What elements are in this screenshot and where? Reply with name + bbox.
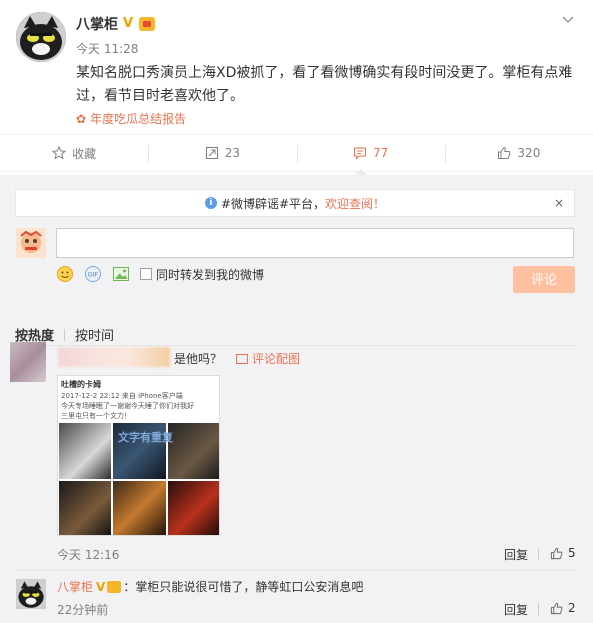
like-count: 320 — [517, 146, 541, 160]
image-meta: 2017-12-2 22:12 来自 iPhone客户端 — [61, 392, 183, 400]
comment-panel: i #微博辟谣#平台， 欢迎查阅！ × GIF 同时转发到我的微博 评论 按热度… — [0, 175, 593, 623]
emoji-icon[interactable] — [56, 265, 74, 283]
member-crown-icon — [139, 17, 155, 31]
flower-icon: ✿ — [76, 111, 87, 126]
comment-like-count: 2 — [568, 601, 576, 615]
info-icon: i — [204, 197, 217, 209]
favorite-label: 收藏 — [72, 146, 97, 161]
repost-icon — [205, 146, 219, 160]
comment-text-line: 八掌柜 V ：掌柜只能说很可惜了，静等虹口公安消息吧 — [57, 578, 363, 595]
action-separator — [538, 548, 539, 560]
image-cell — [59, 423, 112, 479]
reply-button[interactable]: 回复 — [504, 546, 528, 563]
gif-icon[interactable]: GIF — [84, 265, 102, 283]
image-author: 吐槽的卡姆 — [61, 380, 101, 389]
comment-tools: GIF 同时转发到我的微博 — [56, 265, 264, 283]
commenter-name-blurred[interactable] — [58, 347, 170, 367]
sort-divider — [15, 345, 575, 346]
comment-text-line: 是他吗？ 评论配图 — [174, 350, 300, 367]
comment-count: 77 — [372, 146, 389, 160]
favorite-button[interactable]: 收藏 — [0, 135, 148, 171]
close-icon[interactable]: × — [554, 196, 564, 210]
comment-picture-label: 评论配图 — [252, 352, 301, 366]
image-cell — [59, 480, 112, 535]
action-bar: 收藏 23 77 320 — [0, 134, 593, 172]
comment-time: 今天 12:16 — [57, 548, 120, 562]
submit-comment-button[interactable]: 评论 — [513, 266, 575, 293]
like-button[interactable]: 320 — [444, 135, 593, 171]
report-link-label: 年度吃瓜总结报告 — [90, 112, 187, 126]
rumor-notice: i #微博辟谣#平台， 欢迎查阅！ × — [15, 189, 575, 217]
repost-count: 23 — [224, 146, 241, 160]
verified-icon: V — [96, 579, 106, 594]
comment-image[interactable]: 吐槽的卡姆 2017-12-2 22:12 来自 iPhone客户端 今天专场睡… — [57, 375, 220, 536]
post-time[interactable]: 今天 11:28 — [76, 40, 138, 57]
tab-separator — [64, 328, 66, 341]
report-link[interactable]: ✿ 年度吃瓜总结报告 — [76, 110, 186, 127]
author-avatar[interactable] — [16, 12, 66, 62]
comment-picture-link[interactable]: 评论配图 — [236, 350, 300, 367]
comment-button[interactable]: 77 — [296, 135, 445, 171]
notice-link[interactable]: 欢迎查阅！ — [325, 195, 385, 212]
like-icon — [550, 602, 563, 615]
image-icon[interactable] — [112, 265, 130, 283]
reply-button[interactable]: 回复 — [504, 601, 528, 618]
comment-icon — [353, 146, 367, 160]
comment-like-button[interactable]: 5 — [550, 546, 576, 560]
my-avatar[interactable] — [16, 228, 46, 258]
repost-checkbox-box[interactable] — [140, 268, 152, 280]
commenter-avatar[interactable] — [16, 579, 46, 609]
comment-text: 是他吗？ — [174, 352, 223, 366]
comment-like-button[interactable]: 2 — [550, 601, 576, 615]
chevron-down-icon[interactable] — [561, 12, 575, 26]
image-watermark: 文字有重复 — [118, 431, 173, 444]
image-cell — [167, 423, 219, 479]
comment-input[interactable] — [56, 228, 574, 258]
author-line: 八掌柜 V — [76, 14, 155, 34]
commenter-avatar[interactable] — [10, 342, 46, 382]
notice-text: #微博辟谣#平台， — [220, 196, 326, 211]
like-icon — [550, 547, 563, 560]
commenter-name[interactable]: 八掌柜 — [57, 578, 93, 595]
repost-button[interactable]: 23 — [148, 135, 296, 171]
like-icon — [497, 146, 511, 160]
post-content: 某知名脱口秀演员上海XD被抓了，看了看微博确实有段时间没更了。掌柜有点难过，看节… — [76, 65, 573, 104]
action-separator — [538, 603, 539, 615]
repost-checkbox-label: 同时转发到我的微博 — [156, 267, 265, 282]
weibo-post: 八掌柜 V 今天 11:28 某知名脱口秀演员上海XD被抓了，看了看微博确实有段… — [0, 0, 593, 134]
repost-checkbox[interactable]: 同时转发到我的微博 — [140, 266, 264, 283]
picture-icon — [236, 353, 249, 364]
verified-icon: V — [123, 16, 134, 31]
comment-like-count: 5 — [568, 546, 576, 560]
comment-text: ：掌柜只能说很可惜了，静等虹口公安消息吧 — [123, 580, 364, 594]
image-text-1: 今天专场睡眠了一谢谢今天睡了你们对我好 — [61, 402, 194, 410]
image-cell — [113, 480, 166, 535]
star-icon — [51, 145, 67, 160]
comment-time: 22分钟前 — [57, 603, 109, 617]
tab-sort-time[interactable]: 按时间 — [75, 325, 114, 344]
image-text-2: 三里屯只有一个文力！ — [61, 412, 131, 420]
svg-text:GIF: GIF — [88, 271, 99, 279]
member-crown-icon — [107, 580, 122, 593]
author-name[interactable]: 八掌柜 — [76, 14, 118, 34]
comment-divider — [15, 570, 575, 571]
image-cell — [167, 480, 219, 535]
